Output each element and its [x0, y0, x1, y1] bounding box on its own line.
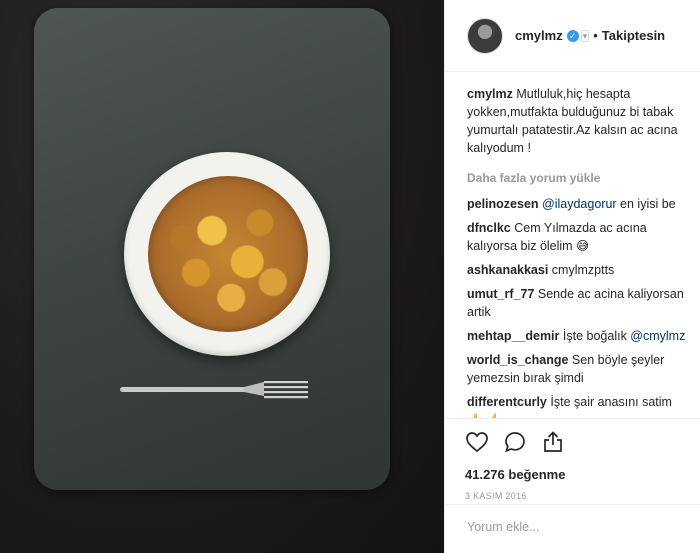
comment-item: world_is_change Sen böyle şeyler yemezsi…: [467, 351, 687, 387]
add-comment-input[interactable]: Yorum ekle...: [445, 504, 700, 553]
comment-icon[interactable]: [503, 430, 527, 454]
comment-username[interactable]: world_is_change: [467, 353, 568, 367]
share-icon[interactable]: [541, 430, 565, 454]
post-photo[interactable]: [0, 0, 444, 553]
comment-text: İşte boğalık: [562, 329, 631, 343]
comments-list[interactable]: cmylmz Mutluluk,hiç hesapta yokken,mutfa…: [445, 72, 700, 418]
comment-username[interactable]: umut_rf_77: [467, 287, 534, 301]
post-sidebar: cmylmz ✓ ▾ • Takiptesin cmylmz Mutluluk,…: [444, 0, 700, 553]
comment-username[interactable]: ashkanakkasi: [467, 263, 548, 277]
comment-username[interactable]: pelinozesen: [467, 197, 539, 211]
potato-egg-dish: [148, 176, 308, 332]
comment-item: umut_rf_77 Sende ac acina kaliyorsan art…: [467, 285, 687, 321]
comment-item: differentcurly İşte şair anasını satim 👍…: [467, 393, 687, 418]
caption-username[interactable]: cmylmz: [467, 87, 513, 101]
chevron-down-icon[interactable]: ▾: [580, 29, 590, 42]
comment-username[interactable]: dfnclkc: [467, 221, 511, 235]
post-caption: cmylmz Mutluluk,hiç hesapta yokken,mutfa…: [467, 85, 687, 157]
comment-item: mehtap__demir İşte boğalık @cmylmz: [467, 327, 687, 345]
like-count[interactable]: 41.276 beğenme: [465, 467, 700, 482]
comment-entries: pelinozesen @ilaydagorur en iyisi be dfnc…: [467, 195, 687, 418]
comment-username[interactable]: mehtap__demir: [467, 329, 559, 343]
comment-mention-link[interactable]: @ilaydagorur: [542, 197, 617, 211]
verified-badge-icon: ✓: [566, 29, 579, 42]
load-more-comments-link[interactable]: Daha fazla yorum yükle: [467, 169, 687, 187]
comment-text: en iyisi be: [616, 197, 676, 211]
follow-status-button[interactable]: Takiptesin: [602, 28, 665, 43]
comment-item: pelinozesen @ilaydagorur en iyisi be: [467, 195, 687, 213]
comment-item: ashkanakkasi cmylmzptts: [467, 261, 687, 279]
comment-text: cmylmzptts: [551, 263, 615, 277]
comment-mention-link[interactable]: @cmylmz: [630, 329, 685, 343]
action-icons: [465, 429, 700, 455]
fork: [120, 381, 308, 399]
post-header: cmylmz ✓ ▾ • Takiptesin: [445, 0, 700, 72]
post-date: 3 KASIM 2016: [465, 491, 527, 501]
avatar[interactable]: [467, 17, 503, 54]
separator-dot: •: [593, 28, 598, 43]
username-link[interactable]: cmylmz: [515, 28, 563, 43]
comment-item: dfnclkc Cem Yılmazda ac acına kalıyorsa …: [467, 219, 687, 255]
comment-username[interactable]: differentcurly: [467, 395, 547, 409]
heart-icon[interactable]: [465, 430, 489, 454]
